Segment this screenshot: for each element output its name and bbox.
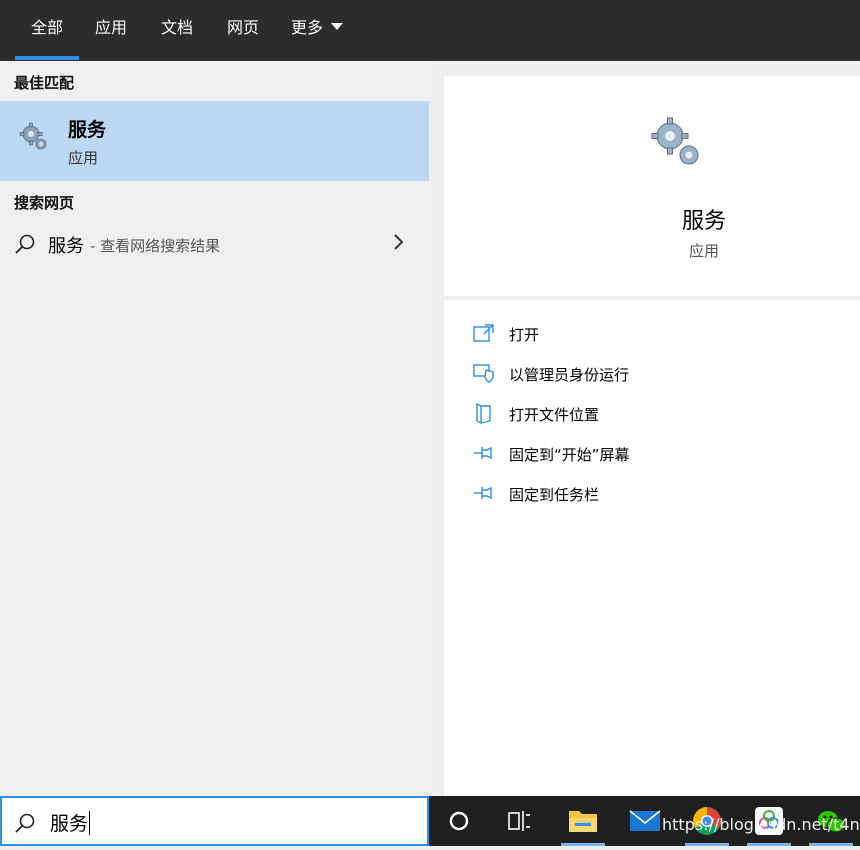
tab-apps[interactable]: 应用 [79,0,143,61]
gears-icon [19,122,47,150]
search-box[interactable]: 服务 [0,796,429,846]
action-list: 打开 以管理员身份运行 打开文件位置 固定到“开始”屏幕 固定到任务栏 [444,300,860,796]
chevron-down-icon [331,23,344,30]
cortana-icon [449,811,469,831]
task-view-button[interactable] [493,796,545,846]
text-cursor [89,810,91,835]
tab-web[interactable]: 网页 [211,0,275,61]
pin-to-taskbar-label: 固定到任务栏 [509,486,600,504]
shield-run-icon [473,364,494,383]
best-match-result[interactable]: 服务 应用 [0,101,429,181]
pin-to-taskbar-action[interactable]: 固定到任务栏 [444,474,860,514]
best-match-name: 服务 [68,119,107,141]
tab-all[interactable]: 全部 [15,0,80,61]
web-search-description: - 查看网络搜索结果 [90,237,221,255]
filter-tab-bar: 全部 应用 文档 网页 更多 [0,0,860,61]
watermark-text: https://blog.csdn.net/t4ngw [662,815,860,834]
open-icon [473,324,494,342]
web-search-result[interactable]: 服务 - 查看网络搜索结果 [0,226,429,262]
task-view-icon [508,811,530,831]
file-explorer-icon [569,811,597,832]
search-icon [15,813,35,833]
pin-to-start-label: 固定到“开始”屏幕 [509,446,630,464]
web-search-query: 服务 [48,236,84,257]
pin-icon [474,446,492,460]
gears-icon [651,117,699,165]
tab-documents[interactable]: 文档 [145,0,209,61]
app-detail-subtitle: 应用 [688,242,719,260]
cortana-button[interactable] [433,796,485,846]
best-match-heading: 最佳匹配 [14,74,75,92]
detail-pane: 服务 应用 打开 以管理员身份运行 打开文件位置 固定到“开始”屏幕 固定到任务… [429,61,860,796]
app-detail-title: 服务 [681,209,726,234]
search-icon [15,234,35,254]
file-location-icon [476,402,491,424]
chevron-right-icon[interactable] [390,232,406,252]
open-file-location-label: 打开文件位置 [509,406,600,424]
search-input[interactable]: 服务 [50,809,91,837]
open-action[interactable]: 打开 [444,314,860,354]
best-match-type: 应用 [68,149,99,167]
file-explorer-button[interactable] [557,796,609,846]
results-pane: 最佳匹配 服务 应用 搜索网页 服务 - 查看网络搜索结果 [0,61,429,796]
run-as-admin-action[interactable]: 以管理员身份运行 [444,354,860,394]
open-file-location-action[interactable]: 打开文件位置 [444,394,860,434]
run-as-admin-label: 以管理员身份运行 [509,366,630,384]
tab-more[interactable]: 更多 [275,0,359,61]
app-detail-card: 服务 应用 [444,76,860,296]
open-action-label: 打开 [509,326,540,344]
web-search-heading: 搜索网页 [14,194,75,212]
pin-icon [474,486,492,500]
pin-to-start-action[interactable]: 固定到“开始”屏幕 [444,434,860,474]
